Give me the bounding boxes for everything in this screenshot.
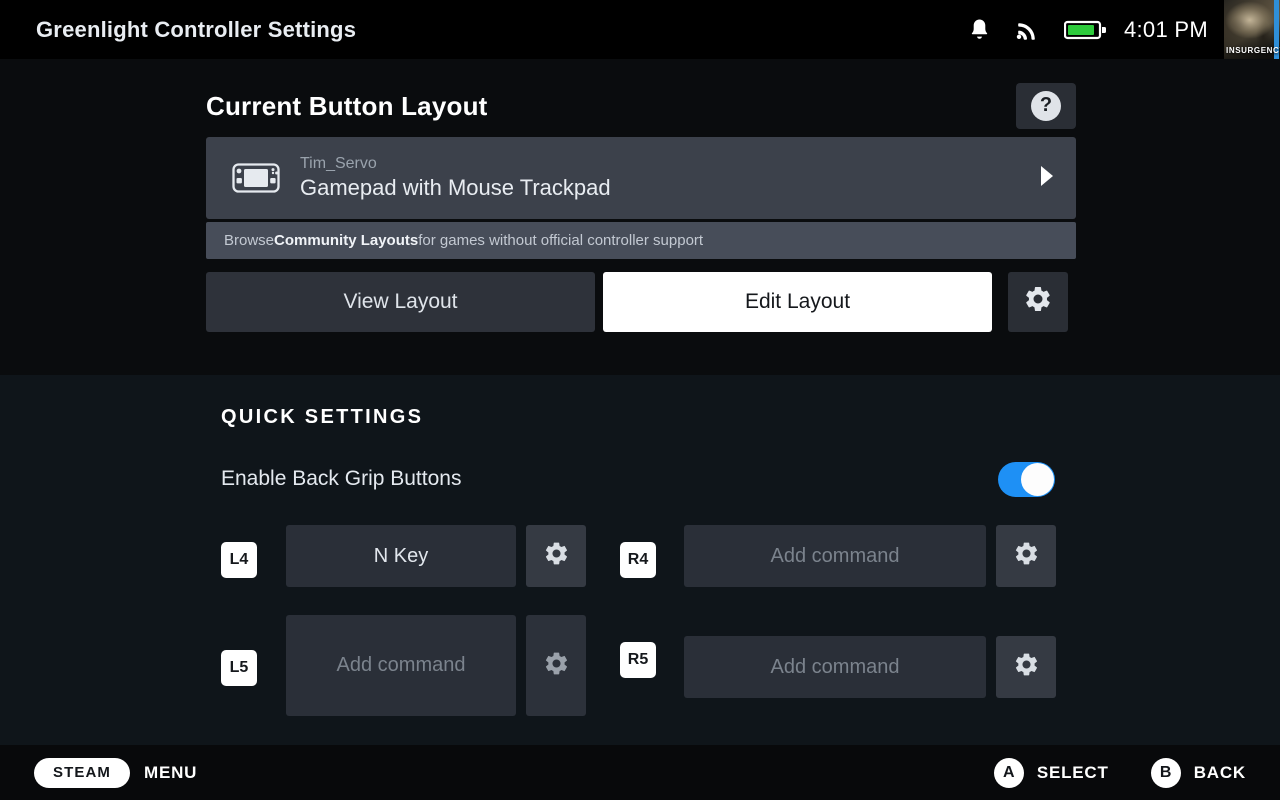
bottom-action-bar: STEAM MENU A SELECT B BACK <box>0 745 1280 800</box>
question-mark-icon: ? <box>1031 91 1061 121</box>
toggle-knob <box>1021 462 1054 496</box>
system-tray: 4:01 PM INSURGENCY <box>958 0 1280 59</box>
layout-owner: Tim_Servo <box>300 154 377 172</box>
back-grip-toggle-row[interactable]: Enable Back Grip Buttons <box>221 457 1055 501</box>
command-settings-button-r4[interactable] <box>996 525 1056 587</box>
keycap-r4: R4 <box>620 542 656 578</box>
layout-heading-row: Current Button Layout ? <box>206 77 1076 135</box>
layout-card-text: Tim_Servo Gamepad with Mouse Trackpad <box>300 154 611 203</box>
layout-name: Gamepad with Mouse Trackpad <box>300 174 611 200</box>
banner-suffix: for games without official controller su… <box>418 232 704 249</box>
command-settings-button-r5[interactable] <box>996 636 1056 698</box>
a-button-icon: A <box>993 757 1024 788</box>
gear-icon <box>1023 284 1053 320</box>
layout-action-buttons: View Layout Edit Layout <box>206 272 1076 332</box>
wifi-icon[interactable] <box>1002 18 1056 42</box>
gear-icon <box>543 650 570 682</box>
menu-hint-label: MENU <box>144 762 198 782</box>
banner-highlight: Community Layouts <box>274 232 419 249</box>
b-button-icon: B <box>1150 757 1181 788</box>
back-grip-label: Enable Back Grip Buttons <box>221 467 462 490</box>
keycap-l4: L4 <box>221 542 257 578</box>
keycap-r5: R5 <box>620 642 656 678</box>
layout-settings-button[interactable] <box>1008 272 1068 332</box>
grip-row-l4-r4: L4 N Key R4 Add command <box>221 525 1076 587</box>
game-thumb-label: INSURGENCY <box>1226 46 1280 55</box>
page-title: Greenlight Controller Settings <box>36 16 357 42</box>
edit-layout-button[interactable]: Edit Layout <box>603 272 992 332</box>
community-layouts-banner[interactable]: Browse Community Layouts for games witho… <box>206 222 1076 259</box>
handheld-device-icon <box>232 161 280 195</box>
hint-back-label: BACK <box>1193 762 1246 782</box>
command-button-l5[interactable]: Add command <box>286 615 516 716</box>
view-layout-button[interactable]: View Layout <box>206 272 595 332</box>
gear-icon <box>543 540 570 572</box>
command-button-r4[interactable]: Add command <box>684 525 986 587</box>
system-clock: 4:01 PM <box>1123 16 1208 42</box>
steam-button-badge[interactable]: STEAM <box>34 757 130 788</box>
chevron-right-icon[interactable] <box>1038 165 1054 192</box>
button-hints: A SELECT B BACK <box>952 757 1246 788</box>
grip-row-l5-r5: L5 Add command R5 Add command <box>221 615 1076 716</box>
battery-icon[interactable] <box>1056 18 1116 42</box>
command-button-r5[interactable]: Add command <box>684 636 986 698</box>
top-status-bar: Greenlight Controller Settings 4:01 PM I… <box>0 0 1280 59</box>
command-settings-button-l4[interactable] <box>526 525 586 587</box>
back-grip-toggle-switch[interactable] <box>998 461 1055 497</box>
section-heading-current-layout: Current Button Layout <box>206 90 488 121</box>
command-button-l4[interactable]: N Key <box>286 525 516 587</box>
hint-back[interactable]: B BACK <box>1150 757 1246 788</box>
quick-settings-heading: QUICK SETTINGS <box>221 406 424 428</box>
gear-icon <box>1013 651 1040 683</box>
help-button[interactable]: ? <box>1016 83 1076 129</box>
hint-select-label: SELECT <box>1036 762 1109 782</box>
banner-prefix: Browse <box>224 232 275 249</box>
command-settings-button-l5[interactable] <box>526 615 586 716</box>
running-game-thumbnail[interactable]: INSURGENCY <box>1224 0 1280 59</box>
main-content: Current Button Layout ? Tim_Servo Gamepa… <box>0 59 1280 800</box>
current-layout-card[interactable]: Tim_Servo Gamepad with Mouse Trackpad <box>206 137 1076 219</box>
gear-icon <box>1013 540 1040 572</box>
hint-select[interactable]: A SELECT <box>993 757 1109 788</box>
steam-deck-controller-settings-screen: Greenlight Controller Settings 4:01 PM I… <box>0 0 1280 800</box>
bell-icon[interactable] <box>958 18 1002 41</box>
keycap-l5: L5 <box>221 650 257 686</box>
